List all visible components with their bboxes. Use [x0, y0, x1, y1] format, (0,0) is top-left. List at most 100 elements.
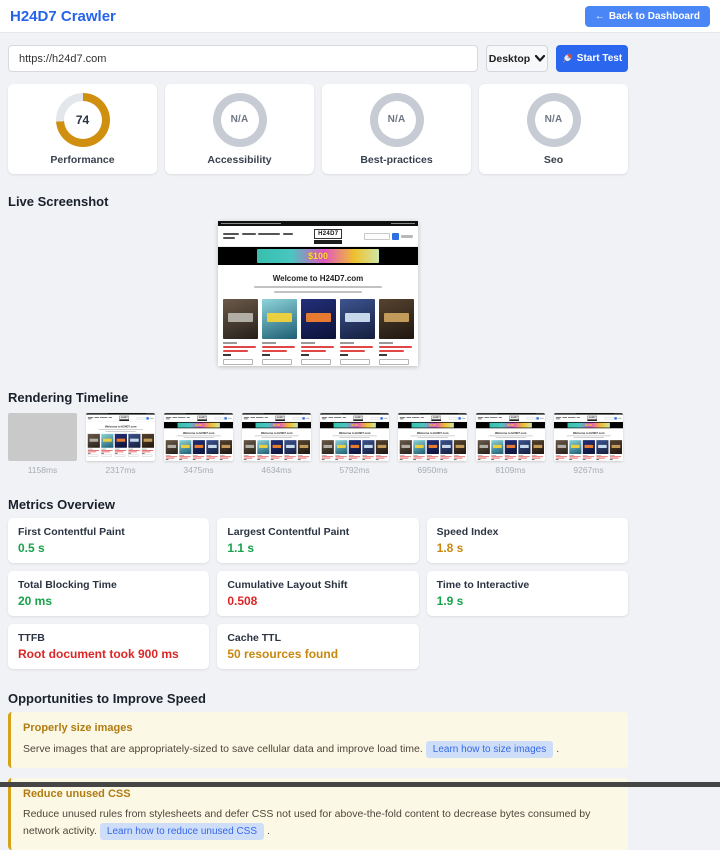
mini-product-card [335, 440, 347, 461]
mini-price-line [142, 453, 145, 454]
mini-search-input [605, 417, 614, 419]
mini-product-card [596, 440, 608, 461]
metric-label: Cumulative Layout Shift [227, 579, 408, 591]
score-card-seo: N/ASeo [479, 84, 628, 174]
mini-subtitle-line [176, 436, 220, 437]
start-test-button[interactable]: Start Test [556, 45, 628, 72]
mini-category-line [262, 342, 276, 344]
mini-book-cover [257, 440, 269, 454]
learn-more-button[interactable]: Learn how to reduce unused CSS [100, 823, 264, 840]
mini-product-row [476, 440, 545, 461]
metric-card: Largest Contentful Paint1.1 s [217, 518, 418, 563]
mini-subtitle-line [98, 429, 142, 430]
mini-cover-accent [259, 445, 268, 448]
mini-product-card [491, 440, 503, 461]
mini-title-line [379, 350, 404, 352]
mini-category-line [379, 342, 393, 344]
mini-book-cover [101, 434, 113, 448]
mini-cover-accent [442, 445, 451, 448]
mini-book-cover [220, 440, 232, 454]
mini-product-card [193, 440, 205, 461]
mini-navbar: H24D7 [242, 415, 311, 422]
mini-book-cover [427, 440, 439, 454]
mini-cover-accent [144, 439, 153, 442]
mini-navbar: H24D7 [164, 415, 233, 422]
mini-title-line [340, 350, 365, 352]
mini-logo: H24D7 [587, 416, 597, 421]
mini-search-input [449, 417, 458, 419]
mini-search-area [364, 233, 413, 240]
mini-subtitle-line [488, 436, 532, 437]
mini-buy-button [223, 359, 253, 365]
mini-book-cover [128, 434, 140, 448]
mini-search-area [527, 417, 544, 419]
mini-price-line [115, 453, 118, 454]
metric-card: Cumulative Layout Shift0.508 [217, 571, 418, 616]
mini-search-icon [224, 417, 226, 419]
score-ring: N/A [527, 93, 581, 147]
mini-price-line [532, 459, 535, 460]
url-input[interactable] [8, 45, 478, 72]
back-to-dashboard-button[interactable]: ← Back to Dashboard [585, 6, 710, 27]
mini-price-line [284, 459, 287, 460]
opportunity-card: Properly size imagesServe images that ar… [8, 712, 628, 768]
mini-nav-menu [244, 417, 268, 419]
mini-title-line [301, 350, 326, 352]
mini-product-card [478, 440, 490, 461]
mini-welcome-heading: Welcome to H24D7.com [164, 431, 233, 434]
timeline-timestamp: 6950ms [398, 465, 467, 475]
metric-label: TTFB [18, 632, 199, 644]
mini-logo-tagline [353, 419, 363, 420]
mini-price-line [101, 453, 104, 454]
timeline-timestamp: 4634ms [242, 465, 311, 475]
mini-banner-strip: $100 [398, 422, 467, 428]
mini-book-cover [532, 440, 544, 454]
mini-buy-button [301, 359, 331, 365]
opportunity-description: Reduce unused rules from stylesheets and… [23, 807, 616, 840]
timeline-timestamp: 1158ms [8, 465, 77, 475]
mini-language-select [306, 418, 310, 419]
mini-subtitle-line [332, 436, 376, 437]
metric-label: First Contentful Paint [18, 526, 199, 538]
mini-nav-link [556, 419, 560, 420]
mini-nav-row [478, 419, 502, 420]
mini-topbar-links [224, 414, 232, 415]
mini-book-cover [596, 440, 608, 454]
timeline-timestamp: 5792ms [320, 465, 389, 475]
mini-subtitle-line [566, 436, 610, 437]
mini-price-line [88, 453, 91, 454]
timeline-thumbnail: H24D7$100Welcome to H24D7.com [554, 413, 623, 461]
learn-more-button[interactable]: Learn how to size images [426, 741, 553, 758]
mini-product-card [556, 440, 568, 461]
mini-cover-accent [378, 445, 387, 448]
timeline-thumbnail [8, 413, 77, 461]
mini-nav-row [244, 419, 268, 420]
mini-language-select [384, 418, 388, 419]
mini-subtitle-line [105, 431, 136, 432]
mini-product-card [610, 440, 622, 461]
mini-cover-accent [493, 445, 502, 448]
mini-cover-accent [402, 445, 411, 448]
mini-price-line [335, 459, 338, 460]
mini-title-line [223, 350, 248, 352]
mini-nav-menu [400, 417, 424, 419]
mini-product-card [413, 440, 425, 461]
mini-product-row [320, 440, 389, 461]
timeline-timestamp: 2317ms [86, 465, 155, 475]
mini-price-line [340, 354, 348, 356]
device-select-value: Desktop [489, 53, 530, 65]
mini-product-row [554, 440, 623, 461]
timeline-frame: H24D7$100Welcome to H24D7.com 4634ms [242, 413, 311, 475]
score-ring: N/A [370, 93, 424, 147]
device-select[interactable]: Desktop [486, 45, 548, 72]
score-cards-row: 74PerformanceN/AAccessibilityN/ABest-pra… [8, 84, 628, 174]
timeline-frame: H24D7$100Welcome to H24D7.com6950ms [398, 413, 467, 475]
mini-topbar-text [165, 414, 186, 415]
mini-cover-accent [345, 313, 370, 322]
mini-search-area [137, 417, 154, 419]
mini-webpage-preview: H24D7$100Welcome to H24D7.com [242, 413, 311, 461]
mini-price-line [362, 459, 365, 460]
mini-product-card [427, 440, 439, 461]
mini-book-cover [262, 299, 297, 339]
metric-card: First Contentful Paint0.5 s [8, 518, 209, 563]
